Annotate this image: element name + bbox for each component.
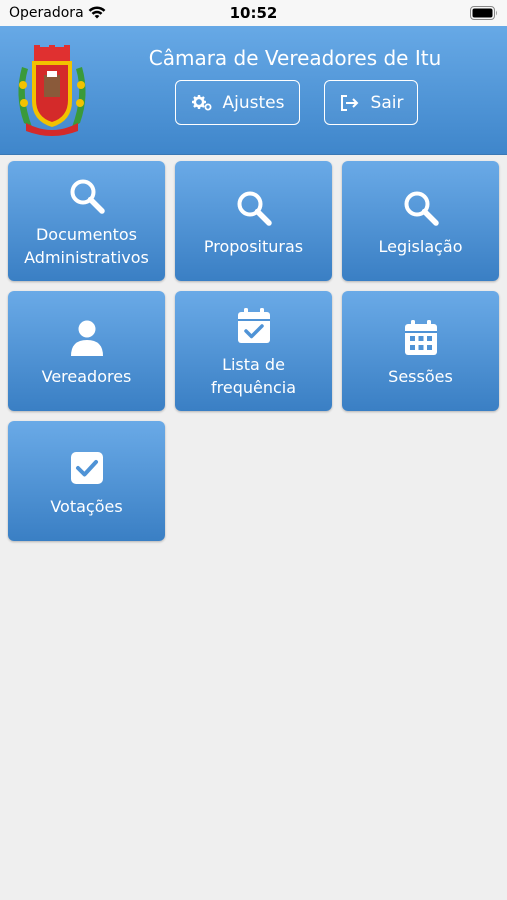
page-title: Câmara de Vereadores de Itu bbox=[148, 46, 442, 70]
settings-button-label: Ajustes bbox=[222, 92, 285, 113]
logout-button[interactable]: Sair bbox=[324, 80, 418, 125]
gears-icon bbox=[191, 94, 212, 110]
search-icon bbox=[237, 191, 272, 226]
menu-tile-votacoes[interactable]: Votações bbox=[8, 421, 165, 541]
user-icon bbox=[70, 320, 103, 356]
settings-button[interactable]: Ajustes bbox=[175, 80, 300, 125]
calendar-check-icon bbox=[237, 308, 270, 343]
tile-label: Legislação bbox=[378, 237, 463, 256]
logout-button-label: Sair bbox=[370, 92, 404, 113]
clock: 10:52 bbox=[229, 4, 278, 22]
menu-tile-attendance-list[interactable]: Lista de frequência bbox=[175, 291, 332, 411]
menu-tile-vereadores[interactable]: Vereadores bbox=[8, 291, 165, 411]
check-square-icon bbox=[70, 452, 103, 484]
city-crest-logo bbox=[18, 45, 86, 136]
menu-tile-sessoes[interactable]: Sessões bbox=[342, 291, 499, 411]
search-icon bbox=[404, 191, 439, 226]
tile-label-line2: Administrativos bbox=[24, 248, 149, 267]
menu-tile-legislacao[interactable]: Legislação bbox=[342, 161, 499, 281]
tile-label-line2: frequência bbox=[210, 378, 297, 397]
tile-label: Votações bbox=[50, 497, 123, 516]
tile-label: Sessões bbox=[388, 367, 453, 386]
menu-tile-proposituras[interactable]: Proposituras bbox=[175, 161, 332, 281]
status-bar: Operadora 10:52 bbox=[0, 0, 507, 26]
search-icon bbox=[70, 179, 105, 214]
sign-out-icon bbox=[340, 94, 358, 111]
menu-tile-administrative-documents[interactable]: Documentos Administrativos bbox=[8, 161, 165, 281]
tile-label: Proposituras bbox=[203, 237, 304, 256]
tile-label-line1: Lista de bbox=[222, 355, 285, 374]
calendar-icon bbox=[404, 320, 437, 355]
app-header: Câmara de Vereadores de Itu Ajustes Sair bbox=[0, 26, 507, 155]
battery-icon bbox=[470, 6, 497, 20]
tile-label: Vereadores bbox=[41, 367, 132, 386]
tile-label-line1: Documentos bbox=[35, 225, 137, 244]
